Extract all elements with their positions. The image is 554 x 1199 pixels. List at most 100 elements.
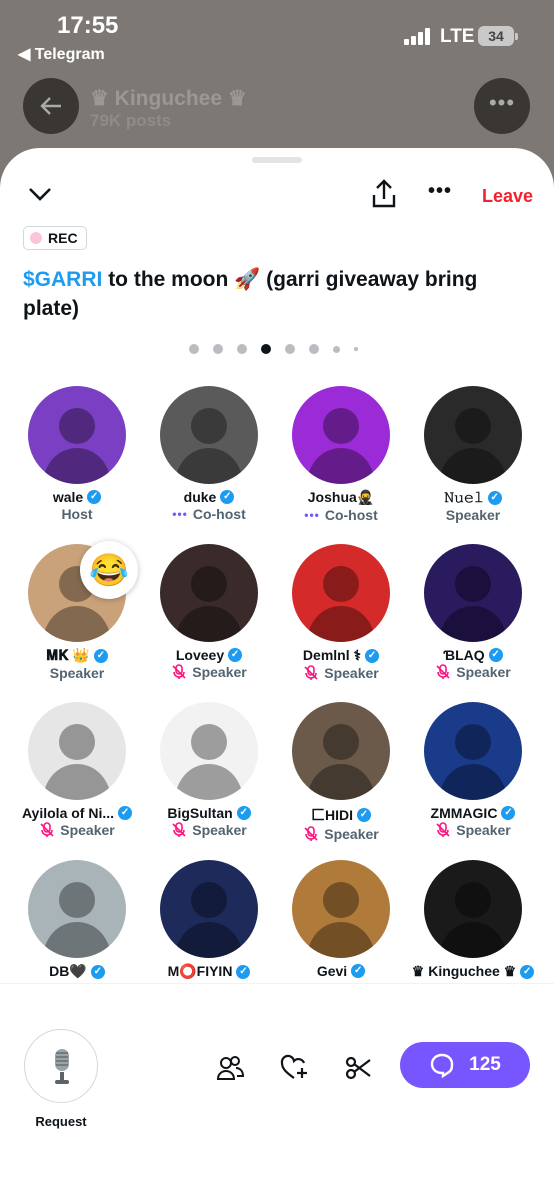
participant-card[interactable]: 匚HIDI ✓ Speaker xyxy=(276,702,406,842)
avatar[interactable] xyxy=(28,386,126,484)
participant-card[interactable]: wale ✓ Host xyxy=(12,386,142,522)
participant-role-row: ••• Co-host xyxy=(276,507,406,523)
participant-card[interactable]: M⭕FIYIN✓Listener xyxy=(144,860,274,997)
mute-mic-icon xyxy=(304,665,318,680)
participant-card[interactable]: Loveey ✓ Speaker xyxy=(144,544,274,680)
participant-role-row: Speaker xyxy=(408,664,538,680)
participant-card[interactable]: ZMMAGIC ✓ Speaker xyxy=(408,702,538,838)
participant-role-row: Speaker xyxy=(408,507,538,523)
avatar[interactable] xyxy=(424,702,522,800)
space-title: $GARRI to the moon 🚀 (garri giveaway bri… xyxy=(23,265,523,323)
chat-bubble-icon xyxy=(430,1053,454,1078)
status-bar: 17:55 ◀ Telegram LTE 34 xyxy=(0,0,554,70)
participant-role-row: Speaker xyxy=(408,822,538,838)
mute-mic-icon xyxy=(172,822,186,837)
back-to-telegram[interactable]: ◀ Telegram xyxy=(18,44,105,64)
participant-name-row: duke ✓ xyxy=(144,489,274,505)
verified-icon: ✓ xyxy=(236,964,251,979)
avatar[interactable] xyxy=(424,544,522,642)
participant-role-row: ••• Co-host xyxy=(144,506,274,522)
participant-name: duke xyxy=(183,489,217,505)
chevron-down-icon[interactable] xyxy=(27,184,53,204)
avatar[interactable] xyxy=(160,544,258,642)
verified-icon: ✓ xyxy=(87,490,102,504)
participant-card[interactable]: ƁLAQ ✓ Speaker xyxy=(408,544,538,680)
participant-role: Speaker xyxy=(192,822,247,838)
avatar[interactable] xyxy=(160,702,258,800)
avatar[interactable] xyxy=(160,386,258,484)
participant-role: Co-host xyxy=(192,506,246,522)
mute-mic-icon xyxy=(436,822,450,837)
signal-icon xyxy=(404,28,432,45)
people-icon[interactable] xyxy=(216,1054,244,1082)
verified-icon: ✓ xyxy=(357,808,371,822)
participant-card[interactable]: 𝙽𝚞𝚎𝚕 ✓ Speaker xyxy=(408,386,538,523)
verified-icon: ✓ xyxy=(488,648,503,662)
participant-card[interactable]: Gevi✓Listener xyxy=(276,860,406,996)
avatar[interactable] xyxy=(292,702,390,800)
verified-icon: ✓ xyxy=(90,964,105,979)
mute-mic-icon xyxy=(304,826,318,841)
sheet-grabber[interactable] xyxy=(252,157,302,163)
participant-name-row: Gevi ✓ xyxy=(276,963,406,979)
participant-card[interactable]: BigSultan ✓ Speaker xyxy=(144,702,274,838)
recording-badge: REC xyxy=(23,226,87,250)
participant-role: Speaker xyxy=(445,507,501,523)
avatar[interactable] xyxy=(28,702,126,800)
participant-role-row: Speaker xyxy=(12,665,142,681)
chat-button[interactable]: 125 xyxy=(400,1042,530,1088)
participant-card[interactable]: Ayilola of Ni... ✓ Speaker xyxy=(12,702,142,838)
participant-name-row: BigSultan ✓ xyxy=(144,805,274,821)
participant-name-row: Ayilola of Ni... ✓ xyxy=(12,805,142,821)
participant-role: Speaker xyxy=(192,664,247,680)
participant-role: Co-host xyxy=(324,507,378,523)
participant-name: ♛ Kinguchee ♛ xyxy=(411,963,517,979)
avatar[interactable] xyxy=(160,860,258,958)
participant-role-row: Speaker xyxy=(276,826,406,842)
avatar[interactable] xyxy=(292,860,390,958)
verified-icon: ✓ xyxy=(228,648,243,662)
microphone-icon xyxy=(55,1049,69,1084)
profile-more-button[interactable]: ••• xyxy=(474,78,530,134)
page-dot xyxy=(213,344,223,354)
participant-role: Speaker xyxy=(456,822,511,838)
participant-card[interactable]: DB🖤✓Listener xyxy=(12,860,142,997)
participant-name-row: 𝙽𝚞𝚎𝚕 ✓ xyxy=(408,489,538,506)
participant-name: Demlnl ⚕ xyxy=(302,647,362,663)
avatar[interactable] xyxy=(292,386,390,484)
participant-card[interactable]: ♛ Kinguchee ♛✓Listener xyxy=(408,860,538,997)
profile-post-count: 79K posts xyxy=(90,111,172,130)
heart-plus-icon[interactable] xyxy=(280,1054,308,1082)
page-indicator[interactable] xyxy=(189,343,372,355)
more-icon[interactable]: ••• xyxy=(428,180,452,203)
page-dot xyxy=(285,344,295,354)
participant-name-row: M⭕FIYIN ✓ xyxy=(144,963,274,980)
avatar[interactable] xyxy=(424,386,522,484)
page-dot xyxy=(189,344,199,354)
participant-card[interactable]: Joshua🥷 ••• Co-host xyxy=(276,386,406,523)
participant-name: M⭕FIYIN xyxy=(167,963,233,979)
participant-card[interactable]: duke ✓ ••• Co-host xyxy=(144,386,274,522)
participant-name: Gevi xyxy=(316,963,348,979)
participant-role-row: Speaker xyxy=(144,664,274,680)
verified-icon: ✓ xyxy=(520,964,535,979)
avatar[interactable] xyxy=(292,544,390,642)
cohost-icon: ••• xyxy=(172,507,188,521)
participant-role: Speaker xyxy=(60,822,115,838)
scissors-icon[interactable] xyxy=(345,1054,373,1082)
avatar[interactable] xyxy=(28,860,126,958)
request-label: Request xyxy=(35,1114,87,1129)
participant-name: ZMMAGIC xyxy=(430,805,498,821)
avatar[interactable] xyxy=(424,860,522,958)
share-icon[interactable] xyxy=(370,178,398,210)
participant-name-row: ƁLAQ ✓ xyxy=(408,647,538,663)
participant-role: Speaker xyxy=(456,664,511,680)
profile-back-button[interactable] xyxy=(23,78,79,134)
participant-card[interactable]: Demlnl ⚕ ✓ Speaker xyxy=(276,544,406,681)
participant-name: Ayilola of Ni... xyxy=(21,805,115,821)
request-button[interactable] xyxy=(24,1029,98,1103)
participant-name-row: Loveey ✓ xyxy=(144,647,274,663)
participant-role: Speaker xyxy=(324,665,379,681)
title-cashtag[interactable]: $GARRI xyxy=(23,268,102,291)
leave-button[interactable]: Leave xyxy=(482,186,533,207)
